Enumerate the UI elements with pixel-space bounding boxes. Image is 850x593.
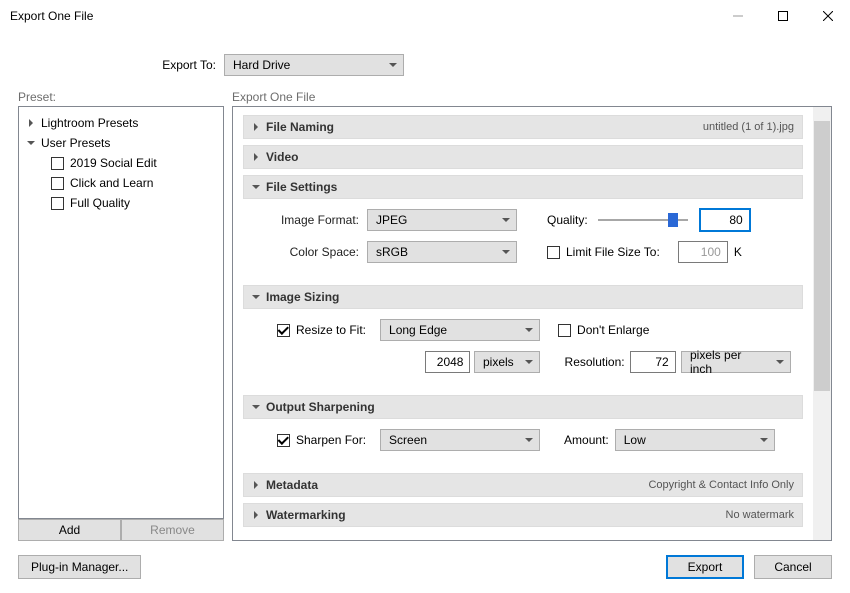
preset-item[interactable]: Full Quality <box>23 193 219 213</box>
add-preset-button[interactable]: Add <box>18 519 121 541</box>
section-title: Watermarking <box>266 508 726 522</box>
amount-label: Amount: <box>564 433 609 447</box>
section-metadata: Metadata Copyright & Contact Info Only <box>243 473 803 497</box>
dont-enlarge-label: Don't Enlarge <box>577 323 649 337</box>
chevron-down-icon <box>525 355 533 369</box>
window-title: Export One File <box>10 9 715 23</box>
section-file-settings: File Settings Image Format: JPEG Qualit <box>243 175 803 279</box>
section-title: Output Sharpening <box>266 400 794 414</box>
section-header[interactable]: Watermarking No watermark <box>243 503 803 527</box>
preset-group-label: User Presets <box>39 136 110 150</box>
limit-unit: K <box>728 245 742 259</box>
section-summary: No watermark <box>726 509 794 521</box>
triangle-down-icon <box>252 403 266 411</box>
section-watermarking: Watermarking No watermark <box>243 503 803 527</box>
chevron-down-icon <box>502 213 510 227</box>
section-title: Image Sizing <box>266 290 794 304</box>
section-header[interactable]: Video <box>243 145 803 169</box>
section-output-sharpening: Output Sharpening Sharpen For: <box>243 395 803 467</box>
section-header[interactable]: Metadata Copyright & Contact Info Only <box>243 473 803 497</box>
section-header[interactable]: Image Sizing <box>243 285 803 309</box>
close-button[interactable] <box>805 0 850 32</box>
section-summary: untitled (1 of 1).jpg <box>703 121 794 133</box>
quality-input[interactable]: 80 <box>700 209 750 231</box>
size-input[interactable]: 2048 <box>425 351 471 373</box>
preset-item[interactable]: Click and Learn <box>23 173 219 193</box>
chevron-down-icon <box>502 245 510 259</box>
chevron-down-icon <box>776 355 784 369</box>
sharpen-for-select[interactable]: Screen <box>380 429 540 451</box>
sharpen-for-checkbox[interactable] <box>277 434 290 447</box>
section-file-naming: File Naming untitled (1 of 1).jpg <box>243 115 803 139</box>
triangle-down-icon <box>23 139 39 147</box>
preset-tree[interactable]: Lightroom Presets User Presets 2019 Soci… <box>18 106 224 519</box>
dont-enlarge-checkbox[interactable] <box>558 324 571 337</box>
section-image-sizing: Image Sizing Resize to Fit: <box>243 285 803 389</box>
limit-filesize-input[interactable]: 100 <box>678 241 728 263</box>
section-title: File Naming <box>266 120 703 134</box>
section-header[interactable]: Output Sharpening <box>243 395 803 419</box>
preset-item-label: Full Quality <box>70 196 130 210</box>
section-summary: Copyright & Contact Info Only <box>648 479 794 491</box>
section-title: Video <box>266 150 794 164</box>
remove-preset-button[interactable]: Remove <box>121 519 224 541</box>
section-header[interactable]: File Settings <box>243 175 803 199</box>
slider-thumb[interactable] <box>668 213 678 227</box>
checkbox[interactable] <box>51 177 64 190</box>
limit-filesize-checkbox[interactable] <box>547 246 560 259</box>
triangle-right-icon <box>23 119 39 127</box>
preset-item[interactable]: 2019 Social Edit <box>23 153 219 173</box>
sharpen-for-label: Sharpen For: <box>296 433 366 447</box>
limit-filesize-label: Limit File Size To: <box>566 245 660 259</box>
triangle-down-icon <box>252 293 266 301</box>
amount-select[interactable]: Low <box>615 429 775 451</box>
size-unit-select[interactable]: pixels <box>474 351 540 373</box>
triangle-down-icon <box>252 183 266 191</box>
right-panel-label: Export One File <box>232 90 832 104</box>
checkbox[interactable] <box>51 197 64 210</box>
color-space-select[interactable]: sRGB <box>367 241 517 263</box>
export-to-label: Export To: <box>18 58 224 72</box>
image-format-select[interactable]: JPEG <box>367 209 517 231</box>
preset-group-label: Lightroom Presets <box>39 116 138 130</box>
triangle-right-icon <box>252 123 266 131</box>
quality-label: Quality: <box>547 213 598 227</box>
section-title: File Settings <box>266 180 794 194</box>
export-button[interactable]: Export <box>666 555 744 579</box>
chevron-down-icon <box>389 58 397 72</box>
plugin-manager-button[interactable]: Plug-in Manager... <box>18 555 141 579</box>
resize-mode-select[interactable]: Long Edge <box>380 319 540 341</box>
preset-group-lightroom[interactable]: Lightroom Presets <box>23 113 219 133</box>
image-format-label: Image Format: <box>255 213 367 227</box>
color-space-label: Color Space: <box>255 245 367 259</box>
titlebar: Export One File <box>0 0 850 32</box>
triangle-right-icon <box>252 481 266 489</box>
chevron-down-icon <box>525 323 533 337</box>
preset-item-label: Click and Learn <box>70 176 153 190</box>
resolution-label: Resolution: <box>565 355 625 369</box>
scrollbar[interactable] <box>813 107 831 540</box>
section-title: Metadata <box>266 478 648 492</box>
triangle-right-icon <box>252 153 266 161</box>
chevron-down-icon <box>525 433 533 447</box>
chevron-down-icon <box>760 433 768 447</box>
checkbox[interactable] <box>51 157 64 170</box>
preset-label: Preset: <box>18 90 224 104</box>
cancel-button[interactable]: Cancel <box>754 555 832 579</box>
resize-to-fit-checkbox[interactable] <box>277 324 290 337</box>
resize-to-fit-label: Resize to Fit: <box>296 323 366 337</box>
scrollbar-thumb[interactable] <box>814 121 830 391</box>
preset-item-label: 2019 Social Edit <box>70 156 157 170</box>
resolution-input[interactable]: 72 <box>630 351 676 373</box>
export-to-value: Hard Drive <box>233 58 290 72</box>
section-video: Video <box>243 145 803 169</box>
export-to-select[interactable]: Hard Drive <box>224 54 404 76</box>
resolution-unit-select[interactable]: pixels per inch <box>681 351 791 373</box>
triangle-right-icon <box>252 511 266 519</box>
section-header[interactable]: File Naming untitled (1 of 1).jpg <box>243 115 803 139</box>
maximize-button[interactable] <box>760 0 805 32</box>
quality-slider[interactable] <box>598 210 688 230</box>
preset-group-user[interactable]: User Presets <box>23 133 219 153</box>
minimize-button[interactable] <box>715 0 760 32</box>
